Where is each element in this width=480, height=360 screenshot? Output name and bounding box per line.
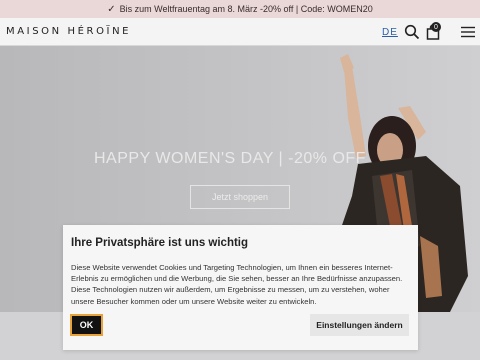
cart-count-badge: 0: [431, 22, 441, 32]
check-icon: ✓: [107, 3, 116, 15]
cookie-text: Diese Website verwendet Cookies und Targ…: [71, 263, 403, 306]
brand-logo[interactable]: MAISON HÉROÏNE: [6, 26, 131, 37]
cookie-settings-button[interactable]: Einstellungen ändern: [310, 314, 409, 336]
cookie-title: Ihre Privatsphäre ist uns wichtig: [71, 237, 249, 249]
language-switch[interactable]: DE: [382, 27, 398, 38]
accept-cookies-button[interactable]: OK: [70, 314, 103, 336]
promo-bar: ✓ Bis zum Weltfrauentag am 8. März -20% …: [0, 0, 480, 18]
hero-title: HAPPY WOMEN'S DAY | -20% OFF: [94, 150, 366, 167]
site-header: MAISON HÉROÏNE DE: [0, 18, 480, 46]
menu-icon[interactable]: [460, 24, 476, 40]
promo-text: Bis zum Weltfrauentag am 8. März -20% of…: [119, 4, 373, 14]
shop-now-button[interactable]: Jetzt shoppen: [190, 185, 290, 209]
cookie-consent-dialog: Ihre Privatsphäre ist uns wichtig Diese …: [63, 225, 418, 350]
search-icon[interactable]: [404, 24, 420, 40]
